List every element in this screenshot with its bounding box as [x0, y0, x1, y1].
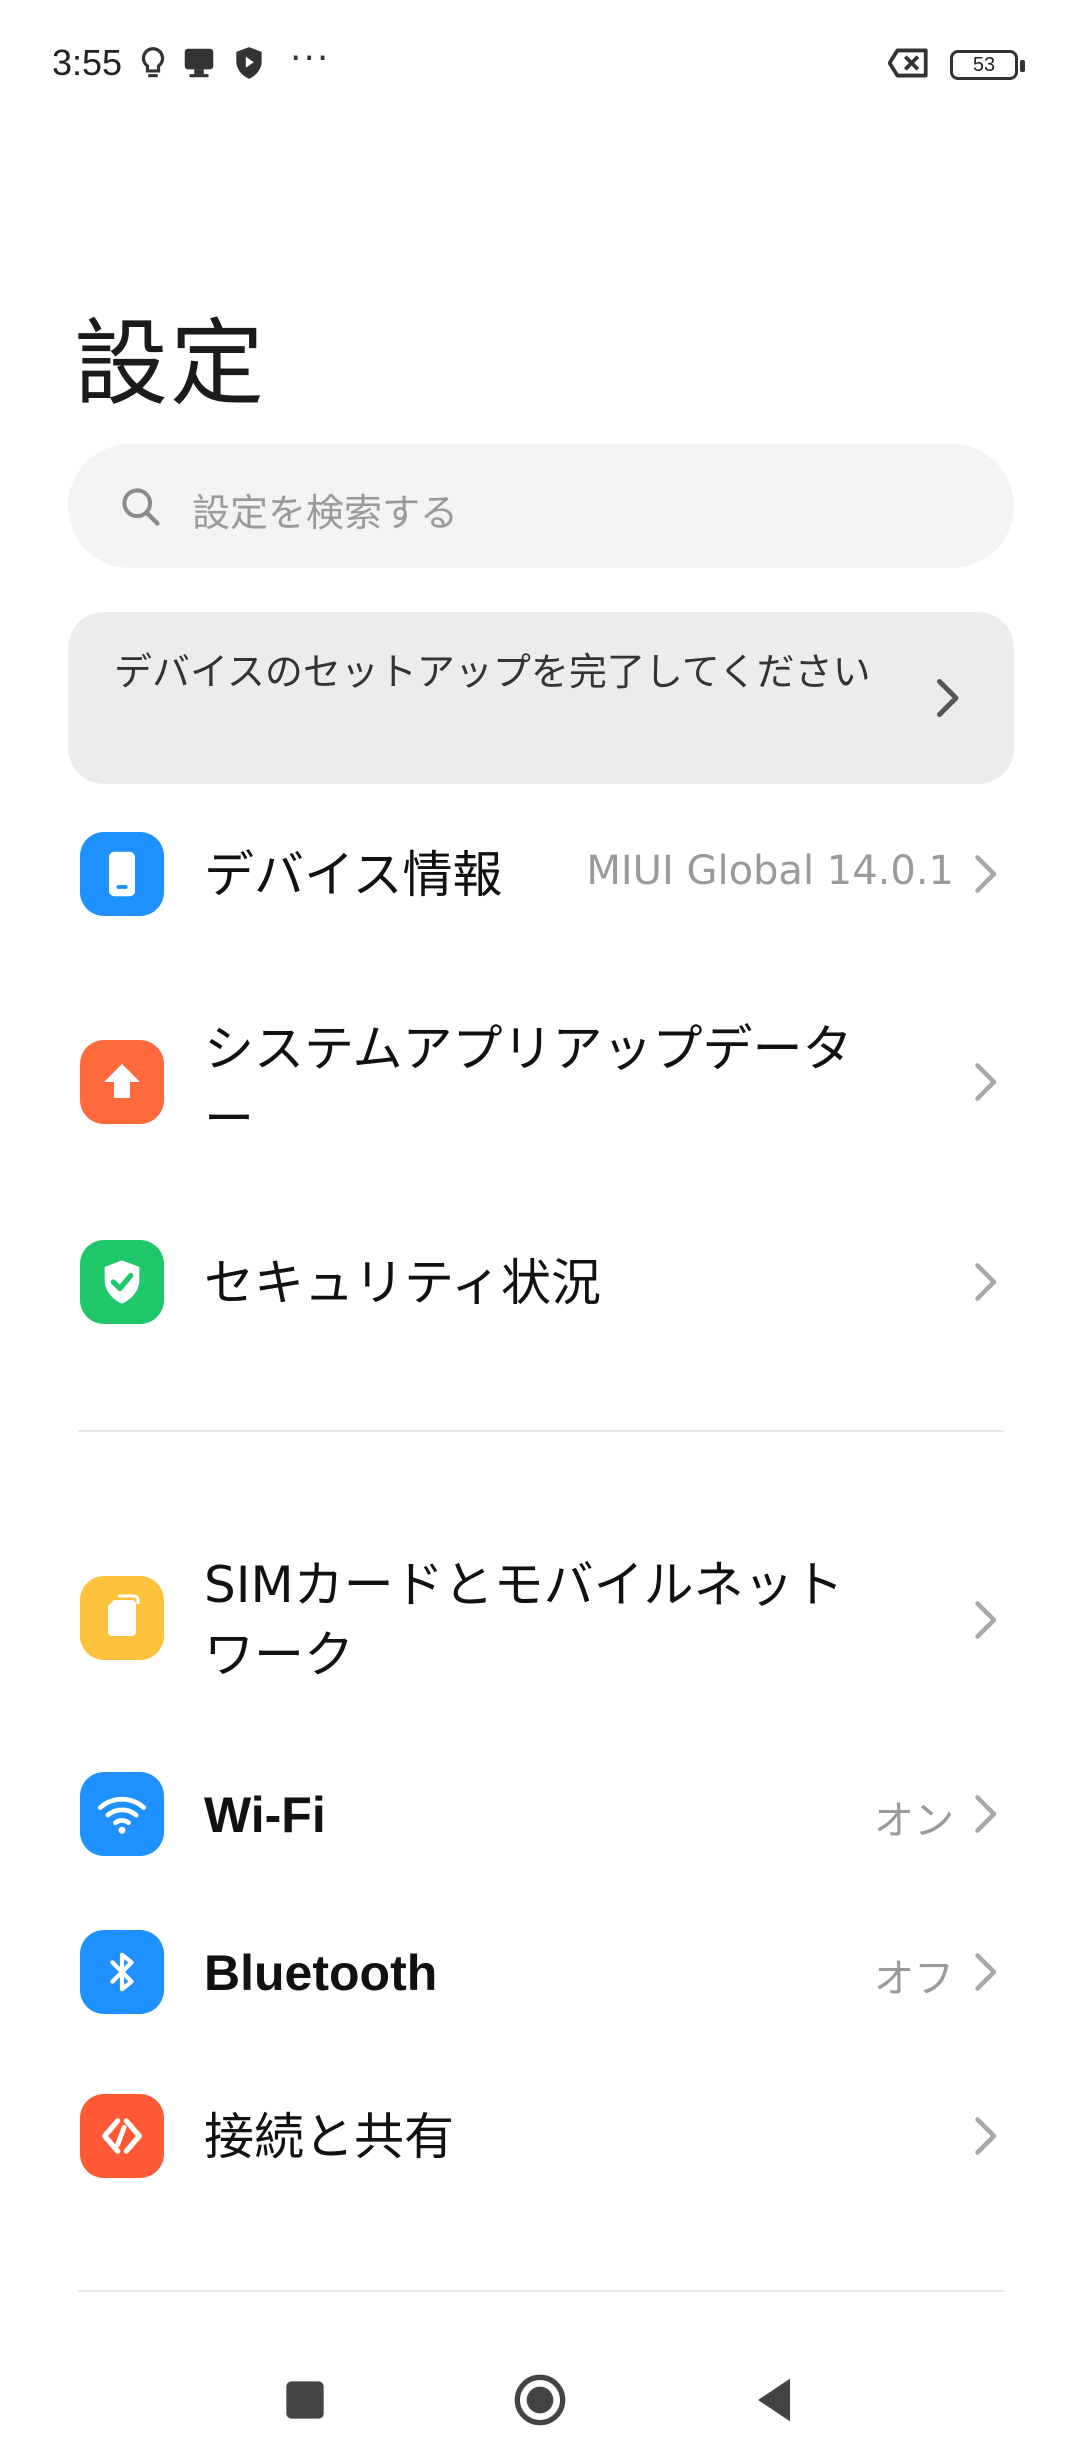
chevron-right-icon [975, 1953, 997, 1991]
settings-item-system-app-updater[interactable]: システムアプリアップデーター [0, 1000, 1080, 1170]
settings-item-value: MIUI Global 14.0.1 [586, 848, 954, 894]
search-bar[interactable]: 設定を検索する [68, 444, 1014, 568]
chevron-right-icon [975, 2117, 997, 2155]
settings-item-label: セキュリティ状況 [204, 1254, 601, 1312]
search-icon [122, 488, 160, 526]
section-divider [78, 1430, 1004, 1432]
status-time: 3:55 [52, 42, 123, 83]
chevron-right-icon [975, 1263, 997, 1301]
settings-item-label: Wi-Fi [204, 1787, 326, 1843]
setup-banner-text: デバイスのセットアップを完了してください [114, 650, 871, 694]
settings-item-label: システムアプリアップデーター [204, 1020, 853, 1148]
no-sim-icon [888, 48, 928, 78]
settings-screen: 3:55 ··· 53 設定 設定を検索する デバイスのセットアップを完了してく… [0, 0, 1080, 2460]
page-title: 設定 [74, 310, 267, 419]
share-icon [80, 2094, 164, 2178]
shield-check-icon [80, 1240, 164, 1324]
settings-item-wifi[interactable]: Wi-Fi オン [0, 1760, 1080, 1870]
settings-item-bluetooth[interactable]: Bluetooth オフ [0, 1920, 1080, 2030]
settings-item-connection-sharing[interactable]: 接続と共有 [0, 2084, 1080, 2194]
more-notifications-icon: ··· [290, 38, 331, 79]
settings-item-label: 接続と共有 [204, 2108, 454, 2166]
bulb-icon [141, 47, 165, 78]
chevron-right-icon [975, 1063, 997, 1101]
chevron-right-icon [975, 1601, 997, 1639]
chevron-right-icon [936, 678, 959, 718]
home-button[interactable] [508, 2368, 572, 2432]
status-bar: 3:55 ··· 53 [0, 0, 1080, 130]
arrow-up-icon [80, 1040, 164, 1124]
battery-level: 53 [972, 54, 996, 76]
settings-item-label: デバイス情報 [204, 846, 503, 904]
shield-play-icon [236, 47, 262, 79]
back-button[interactable] [742, 2368, 806, 2432]
recents-button[interactable] [273, 2368, 337, 2432]
navigation-bar [0, 2340, 1080, 2460]
wifi-icon [80, 1772, 164, 1856]
setup-banner[interactable]: デバイスのセットアップを完了してください [68, 612, 1014, 784]
desktop-icon [184, 48, 214, 78]
search-placeholder: 設定を検索する [192, 491, 459, 535]
settings-item-device-info[interactable]: デバイス情報 MIUI Global 14.0.1 [0, 830, 1080, 950]
settings-item-label: SIMカードとモバイルネットワーク [204, 1556, 844, 1684]
chevron-right-icon [975, 1795, 997, 1833]
settings-item-value: オン [874, 1798, 954, 1844]
settings-item-security-status[interactable]: セキュリティ状況 [0, 1230, 1080, 1340]
bluetooth-icon [80, 1930, 164, 2014]
settings-item-label: Bluetooth [204, 1945, 438, 2001]
phone-icon [80, 832, 164, 916]
settings-item-value: オフ [874, 1956, 954, 2002]
battery-indicator: 53 [950, 50, 1025, 80]
section-divider [78, 2290, 1004, 2292]
settings-item-sim-mobile-network[interactable]: SIMカードとモバイルネットワーク [0, 1540, 1080, 1700]
sim-card-icon [80, 1576, 164, 1660]
chevron-right-icon [975, 855, 997, 893]
